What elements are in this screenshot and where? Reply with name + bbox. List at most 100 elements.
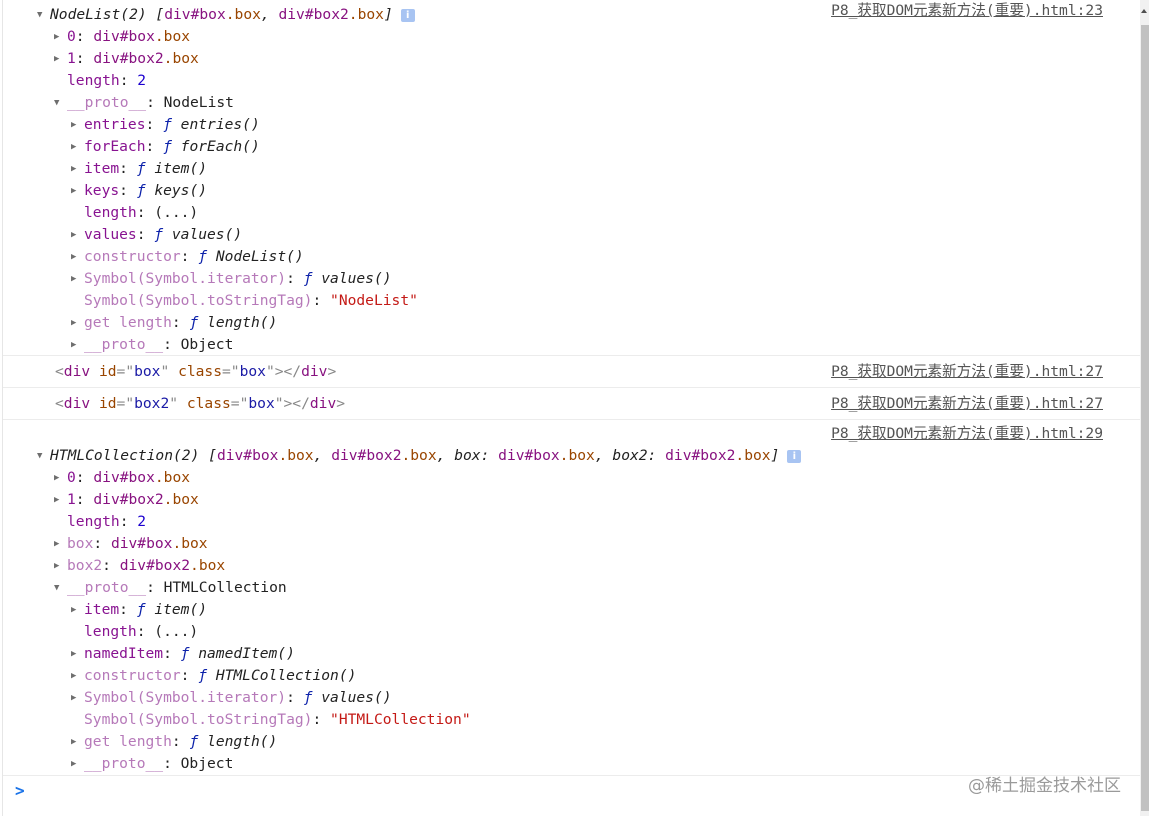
- expanded-triangle-icon[interactable]: ▼: [37, 4, 50, 26]
- collapsed-triangle-icon[interactable]: ▶: [71, 136, 84, 158]
- token-pu: <: [55, 395, 64, 412]
- property-row: length: 2: [3, 511, 1141, 533]
- token-cls: .box: [190, 557, 226, 574]
- collapsed-triangle-icon[interactable]: ▶: [71, 246, 84, 268]
- token-pu: =": [230, 395, 249, 412]
- collapsed-triangle-icon[interactable]: ▶: [71, 687, 84, 709]
- collapsed-triangle-icon[interactable]: ▶: [71, 158, 84, 180]
- property-row[interactable]: ▶ 0: div#box.box: [3, 26, 1141, 48]
- token-av: box2: [134, 395, 170, 412]
- collapsed-triangle-icon[interactable]: ▶: [54, 467, 67, 489]
- collapsed-triangle-icon[interactable]: ▶: [54, 533, 67, 555]
- source-link[interactable]: P8_获取DOM元素新方法(重要).html:27: [831, 356, 1103, 387]
- property-row[interactable]: ▶ values: ƒ values(): [3, 224, 1141, 246]
- scroll-up-arrow-icon[interactable]: [1141, 9, 1147, 13]
- token-k: item: [84, 601, 120, 618]
- property-row[interactable]: ▶ forEach: ƒ forEach(): [3, 136, 1141, 158]
- token-p: : Object: [163, 336, 234, 353]
- property-row[interactable]: ▶ 1: div#box2.box: [3, 48, 1141, 70]
- token-pu: <: [55, 363, 64, 380]
- collapsed-triangle-icon[interactable]: ▶: [71, 180, 84, 202]
- token-cls: .box: [163, 50, 199, 67]
- source-link[interactable]: P8_获取DOM元素新方法(重要).html:27: [831, 388, 1103, 419]
- token-fi: forEach(): [180, 138, 260, 155]
- property-row[interactable]: ▶ item: ƒ item(): [3, 158, 1141, 180]
- token-f: ƒ: [136, 182, 155, 199]
- token-f: ƒ: [136, 601, 155, 618]
- token-fi: values(): [321, 270, 392, 287]
- property-row[interactable]: ▼ __proto__: NodeList: [3, 92, 1141, 114]
- property-row[interactable]: ▶ constructor: ƒ HTMLCollection(): [3, 665, 1141, 687]
- collapsed-triangle-icon[interactable]: ▶: [71, 114, 84, 136]
- token-tag: div: [63, 395, 91, 412]
- collapsed-triangle-icon[interactable]: ▶: [71, 599, 84, 621]
- token-cls: .box: [163, 491, 199, 508]
- collapsed-triangle-icon[interactable]: ▶: [71, 224, 84, 246]
- token-kg: Symbol(Symbol.toStringTag): [84, 292, 313, 309]
- token-fi: NodeList(): [215, 248, 304, 265]
- element-node[interactable]: <div id="box2" class="box"></div>: [55, 395, 345, 412]
- token-an: id: [98, 363, 117, 380]
- collapsed-triangle-icon[interactable]: ▶: [54, 48, 67, 70]
- property-row: length: (...): [3, 202, 1141, 224]
- collapsed-triangle-icon[interactable]: ▶: [71, 753, 84, 775]
- expanded-triangle-icon[interactable]: ▼: [54, 92, 67, 114]
- collapsed-triangle-icon[interactable]: ▶: [54, 26, 67, 48]
- token-pu: >: [327, 363, 337, 380]
- property-row[interactable]: ▶ Symbol(Symbol.iterator): ƒ values(): [3, 687, 1141, 709]
- scrollbar-thumb[interactable]: [1141, 25, 1149, 811]
- property-row[interactable]: ▶ item: ƒ item(): [3, 599, 1141, 621]
- token-tag: div#box: [93, 469, 155, 486]
- expanded-triangle-icon[interactable]: ▼: [54, 577, 67, 599]
- property-row[interactable]: ▶ Symbol(Symbol.iterator): ƒ values(): [3, 268, 1141, 290]
- scrollbar[interactable]: [1140, 0, 1149, 816]
- collapsed-triangle-icon[interactable]: ▶: [71, 334, 84, 356]
- object-header[interactable]: ▼ NodeList(2) [div#box.box, div#box2.box]…: [3, 4, 1141, 26]
- console-message-htmlcollection: P8_获取DOM元素新方法(重要).html:29 ▼ HTMLCollectio…: [3, 420, 1141, 776]
- property-row[interactable]: ▶ entries: ƒ entries(): [3, 114, 1141, 136]
- token-k: 0: [67, 469, 76, 486]
- source-link[interactable]: P8_获取DOM元素新方法(重要).html:29: [831, 425, 1103, 442]
- property-row[interactable]: ▶ 0: div#box.box: [3, 467, 1141, 489]
- property-row[interactable]: ▶ namedItem: ƒ namedItem(): [3, 643, 1141, 665]
- console-prompt[interactable]: >: [15, 781, 25, 800]
- property-row[interactable]: ▶ 1: div#box2.box: [3, 489, 1141, 511]
- property-row[interactable]: ▶ box: div#box.box: [3, 533, 1141, 555]
- token-k: 1: [67, 50, 76, 67]
- token-k: 1: [67, 491, 76, 508]
- token-kg: __proto__: [84, 336, 164, 353]
- collapsed-triangle-icon[interactable]: ▶: [54, 489, 67, 511]
- token-tag: div#box: [498, 447, 560, 464]
- collapsed-triangle-icon[interactable]: ▶: [71, 643, 84, 665]
- token-it: box:: [454, 447, 499, 464]
- token-tag: div#box2: [278, 6, 349, 23]
- token-pu: "></: [265, 363, 302, 380]
- info-icon[interactable]: i: [787, 449, 802, 463]
- property-row[interactable]: ▼ __proto__: HTMLCollection: [3, 577, 1141, 599]
- expanded-triangle-icon[interactable]: ▼: [37, 445, 50, 467]
- property-row[interactable]: ▶ constructor: ƒ NodeList(): [3, 246, 1141, 268]
- property-row[interactable]: ▶ __proto__: Object: [3, 334, 1141, 356]
- token-p: :: [145, 138, 164, 155]
- object-header[interactable]: ▼ HTMLCollection(2) [div#box.box, div#box…: [3, 445, 1141, 467]
- collapsed-triangle-icon[interactable]: ▶: [71, 665, 84, 687]
- property-row[interactable]: ▶ box2: div#box2.box: [3, 555, 1141, 577]
- token-it: NodeList(2) [: [50, 6, 165, 23]
- collapsed-triangle-icon[interactable]: ▶: [71, 731, 84, 753]
- collapsed-triangle-icon[interactable]: ▶: [54, 555, 67, 577]
- token-tag: div#box2: [93, 491, 164, 508]
- collapsed-triangle-icon[interactable]: ▶: [71, 312, 84, 334]
- token-kg: box2: [67, 557, 103, 574]
- token-cls: .box: [735, 447, 771, 464]
- property-row[interactable]: ▶ keys: ƒ keys(): [3, 180, 1141, 202]
- element-node[interactable]: <div id="box" class="box"></div>: [55, 363, 336, 380]
- property-row[interactable]: ▶ get length: ƒ length(): [3, 731, 1141, 753]
- property-row[interactable]: ▶ get length: ƒ length(): [3, 312, 1141, 334]
- token-cls: .box: [401, 447, 437, 464]
- token-tag: div: [63, 363, 91, 380]
- collapsed-triangle-icon[interactable]: ▶: [71, 268, 84, 290]
- info-icon[interactable]: i: [400, 8, 415, 22]
- token-k: length: [84, 204, 137, 221]
- token-k: length: [67, 513, 120, 530]
- token-av: box: [239, 363, 266, 380]
